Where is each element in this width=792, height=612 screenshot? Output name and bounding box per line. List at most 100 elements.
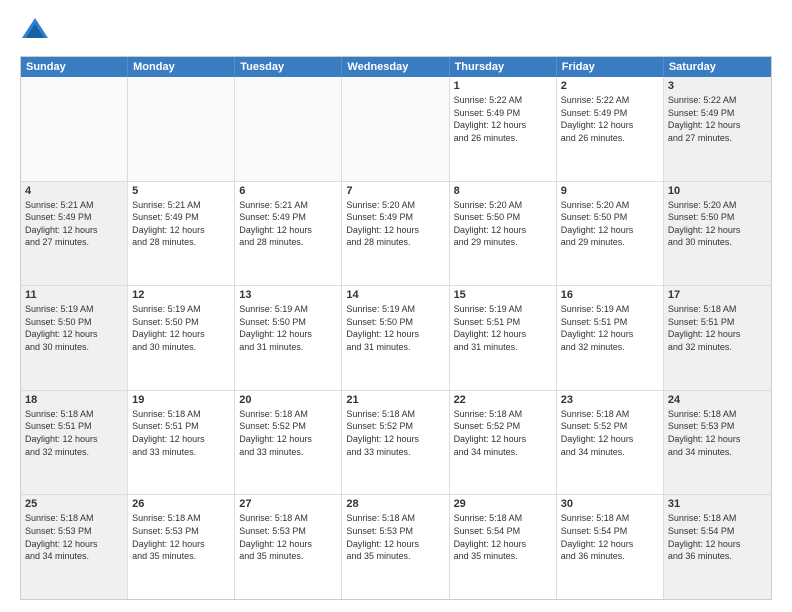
header-day: Saturday (664, 57, 771, 77)
day-info: Sunrise: 5:20 AM Sunset: 5:50 PM Dayligh… (454, 199, 552, 249)
logo-icon (20, 16, 50, 46)
calendar-cell: 16 Sunrise: 5:19 AM Sunset: 5:51 PM Dayli… (557, 286, 664, 390)
day-number: 25 (25, 498, 123, 510)
calendar-cell: 14 Sunrise: 5:19 AM Sunset: 5:50 PM Dayli… (342, 286, 449, 390)
day-number: 3 (668, 80, 767, 92)
day-number: 9 (561, 185, 659, 197)
day-info: Sunrise: 5:18 AM Sunset: 5:51 PM Dayligh… (25, 408, 123, 458)
header-day: Thursday (450, 57, 557, 77)
calendar-cell: 18 Sunrise: 5:18 AM Sunset: 5:51 PM Dayli… (21, 391, 128, 495)
calendar-row: 11 Sunrise: 5:19 AM Sunset: 5:50 PM Dayli… (21, 286, 771, 391)
day-info: Sunrise: 5:19 AM Sunset: 5:51 PM Dayligh… (561, 303, 659, 353)
header-day: Monday (128, 57, 235, 77)
calendar-cell: 31Sunrise: 5:18 AM Sunset: 5:54 PM Dayli… (664, 495, 771, 599)
calendar-cell (235, 77, 342, 181)
day-info: Sunrise: 5:21 AM Sunset: 5:49 PM Dayligh… (25, 199, 123, 249)
day-info: Sunrise: 5:18 AM Sunset: 5:54 PM Dayligh… (561, 512, 659, 562)
day-number: 26 (132, 498, 230, 510)
day-number: 5 (132, 185, 230, 197)
calendar-cell: 5 Sunrise: 5:21 AM Sunset: 5:49 PM Daylig… (128, 182, 235, 286)
day-info: Sunrise: 5:19 AM Sunset: 5:50 PM Dayligh… (346, 303, 444, 353)
day-number: 6 (239, 185, 337, 197)
calendar-cell: 2 Sunrise: 5:22 AM Sunset: 5:49 PM Daylig… (557, 77, 664, 181)
day-info: Sunrise: 5:22 AM Sunset: 5:49 PM Dayligh… (561, 94, 659, 144)
day-info: Sunrise: 5:18 AM Sunset: 5:53 PM Dayligh… (346, 512, 444, 562)
day-info: Sunrise: 5:22 AM Sunset: 5:49 PM Dayligh… (668, 94, 767, 144)
day-number: 2 (561, 80, 659, 92)
day-info: Sunrise: 5:18 AM Sunset: 5:51 PM Dayligh… (132, 408, 230, 458)
day-number: 15 (454, 289, 552, 301)
calendar-cell (128, 77, 235, 181)
day-info: Sunrise: 5:20 AM Sunset: 5:50 PM Dayligh… (561, 199, 659, 249)
day-info: Sunrise: 5:19 AM Sunset: 5:51 PM Dayligh… (454, 303, 552, 353)
day-number: 30 (561, 498, 659, 510)
calendar-cell: 28Sunrise: 5:18 AM Sunset: 5:53 PM Dayli… (342, 495, 449, 599)
day-info: Sunrise: 5:22 AM Sunset: 5:49 PM Dayligh… (454, 94, 552, 144)
day-number: 12 (132, 289, 230, 301)
calendar-cell: 26 Sunrise: 5:18 AM Sunset: 5:53 PM Dayli… (128, 495, 235, 599)
calendar-cell: 23Sunrise: 5:18 AM Sunset: 5:52 PM Dayli… (557, 391, 664, 495)
day-number: 10 (668, 185, 767, 197)
day-number: 11 (25, 289, 123, 301)
day-info: Sunrise: 5:21 AM Sunset: 5:49 PM Dayligh… (132, 199, 230, 249)
day-number: 7 (346, 185, 444, 197)
day-info: Sunrise: 5:18 AM Sunset: 5:52 PM Dayligh… (346, 408, 444, 458)
calendar-cell: 17Sunrise: 5:18 AM Sunset: 5:51 PM Dayli… (664, 286, 771, 390)
calendar-cell: 22Sunrise: 5:18 AM Sunset: 5:52 PM Dayli… (450, 391, 557, 495)
page: SundayMondayTuesdayWednesdayThursdayFrid… (0, 0, 792, 612)
calendar-cell: 20 Sunrise: 5:18 AM Sunset: 5:52 PM Dayli… (235, 391, 342, 495)
day-number: 27 (239, 498, 337, 510)
calendar-cell: 6Sunrise: 5:21 AM Sunset: 5:49 PM Daylig… (235, 182, 342, 286)
day-number: 31 (668, 498, 767, 510)
calendar-cell: 9 Sunrise: 5:20 AM Sunset: 5:50 PM Daylig… (557, 182, 664, 286)
calendar-body: 1 Sunrise: 5:22 AM Sunset: 5:49 PM Daylig… (21, 77, 771, 599)
calendar-cell: 11 Sunrise: 5:19 AM Sunset: 5:50 PM Dayli… (21, 286, 128, 390)
day-info: Sunrise: 5:18 AM Sunset: 5:53 PM Dayligh… (132, 512, 230, 562)
header-day: Friday (557, 57, 664, 77)
day-number: 8 (454, 185, 552, 197)
day-info: Sunrise: 5:18 AM Sunset: 5:52 PM Dayligh… (239, 408, 337, 458)
day-number: 18 (25, 394, 123, 406)
header (20, 16, 772, 46)
calendar-row: 1 Sunrise: 5:22 AM Sunset: 5:49 PM Daylig… (21, 77, 771, 182)
calendar-row: 4 Sunrise: 5:21 AM Sunset: 5:49 PM Daylig… (21, 182, 771, 287)
header-day: Tuesday (235, 57, 342, 77)
calendar-cell: 3 Sunrise: 5:22 AM Sunset: 5:49 PM Daylig… (664, 77, 771, 181)
day-number: 29 (454, 498, 552, 510)
day-info: Sunrise: 5:18 AM Sunset: 5:54 PM Dayligh… (454, 512, 552, 562)
calendar-cell: 7 Sunrise: 5:20 AM Sunset: 5:49 PM Daylig… (342, 182, 449, 286)
calendar-cell: 4 Sunrise: 5:21 AM Sunset: 5:49 PM Daylig… (21, 182, 128, 286)
day-info: Sunrise: 5:18 AM Sunset: 5:53 PM Dayligh… (239, 512, 337, 562)
day-info: Sunrise: 5:19 AM Sunset: 5:50 PM Dayligh… (25, 303, 123, 353)
day-info: Sunrise: 5:18 AM Sunset: 5:53 PM Dayligh… (668, 408, 767, 458)
day-number: 17 (668, 289, 767, 301)
day-number: 20 (239, 394, 337, 406)
calendar: SundayMondayTuesdayWednesdayThursdayFrid… (20, 56, 772, 600)
calendar-row: 18 Sunrise: 5:18 AM Sunset: 5:51 PM Dayli… (21, 391, 771, 496)
day-number: 14 (346, 289, 444, 301)
day-number: 4 (25, 185, 123, 197)
calendar-cell: 10Sunrise: 5:20 AM Sunset: 5:50 PM Dayli… (664, 182, 771, 286)
day-info: Sunrise: 5:18 AM Sunset: 5:53 PM Dayligh… (25, 512, 123, 562)
calendar-cell: 1 Sunrise: 5:22 AM Sunset: 5:49 PM Daylig… (450, 77, 557, 181)
day-number: 1 (454, 80, 552, 92)
calendar-cell: 29 Sunrise: 5:18 AM Sunset: 5:54 PM Dayli… (450, 495, 557, 599)
day-number: 19 (132, 394, 230, 406)
day-number: 16 (561, 289, 659, 301)
calendar-cell: 30 Sunrise: 5:18 AM Sunset: 5:54 PM Dayli… (557, 495, 664, 599)
calendar-cell: 15 Sunrise: 5:19 AM Sunset: 5:51 PM Dayli… (450, 286, 557, 390)
day-info: Sunrise: 5:18 AM Sunset: 5:52 PM Dayligh… (454, 408, 552, 458)
calendar-cell: 12Sunrise: 5:19 AM Sunset: 5:50 PM Dayli… (128, 286, 235, 390)
day-number: 23 (561, 394, 659, 406)
calendar-cell (342, 77, 449, 181)
header-day: Sunday (21, 57, 128, 77)
calendar-cell: 21 Sunrise: 5:18 AM Sunset: 5:52 PM Dayli… (342, 391, 449, 495)
calendar-row: 25 Sunrise: 5:18 AM Sunset: 5:53 PM Dayli… (21, 495, 771, 599)
calendar-cell: 25 Sunrise: 5:18 AM Sunset: 5:53 PM Dayli… (21, 495, 128, 599)
calendar-cell: 8 Sunrise: 5:20 AM Sunset: 5:50 PM Daylig… (450, 182, 557, 286)
header-day: Wednesday (342, 57, 449, 77)
day-number: 21 (346, 394, 444, 406)
calendar-cell: 27 Sunrise: 5:18 AM Sunset: 5:53 PM Dayli… (235, 495, 342, 599)
day-info: Sunrise: 5:20 AM Sunset: 5:49 PM Dayligh… (346, 199, 444, 249)
calendar-cell: 24Sunrise: 5:18 AM Sunset: 5:53 PM Dayli… (664, 391, 771, 495)
